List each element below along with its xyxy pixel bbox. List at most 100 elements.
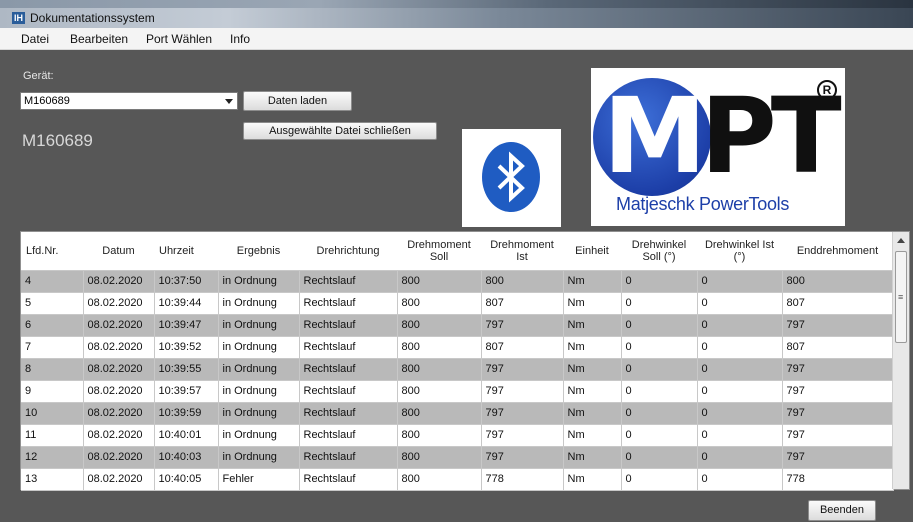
company-logo: MPT R Matjeschk PowerTools <box>591 68 845 226</box>
table-cell: in Ordnung <box>218 270 300 293</box>
table-cell: Rechtslauf <box>299 270 398 293</box>
table-cell: 08.02.2020 <box>83 270 155 293</box>
menu-bearbeiten[interactable]: Bearbeiten <box>70 32 128 46</box>
table-cell: Nm <box>563 314 622 337</box>
table-cell: 10:39:57 <box>154 380 219 403</box>
table-cell: 6 <box>21 314 84 337</box>
table-cell: 800 <box>397 380 482 403</box>
table-row[interactable]: 6 08.02.2020 10:39:47 in Ordnung Rechtslauf 8… <box>21 314 894 337</box>
device-select[interactable]: M160689 <box>20 92 238 110</box>
table-cell: Nm <box>563 424 622 447</box>
col-header[interactable]: Drehrichtung <box>299 232 397 271</box>
table-row[interactable]: 8 08.02.2020 10:39:55 in Ordnung Rechtslauf 8… <box>21 358 894 381</box>
chevron-down-icon[interactable] <box>225 99 233 104</box>
table-cell: in Ordnung <box>218 358 300 381</box>
col-header[interactable]: Drehwinkel Ist (°) <box>697 232 782 271</box>
col-header[interactable]: Ergebnis <box>218 232 299 271</box>
col-header[interactable]: Enddrehmoment <box>782 232 893 271</box>
table-cell: 800 <box>397 446 482 469</box>
table-cell: in Ordnung <box>218 446 300 469</box>
menu-info[interactable]: Info <box>230 32 250 46</box>
table-cell: 10:39:44 <box>154 292 219 315</box>
table-row[interactable]: 5 08.02.2020 10:39:44 in Ordnung Rechtslauf 8… <box>21 292 894 315</box>
col-header[interactable]: Einheit <box>563 232 621 271</box>
quit-button[interactable]: Beenden <box>808 500 876 521</box>
col-header[interactable]: Drehmoment Soll <box>397 232 481 271</box>
table-cell: 0 <box>621 292 698 315</box>
table-cell: 0 <box>697 292 783 315</box>
table-cell: Nm <box>563 380 622 403</box>
col-header[interactable]: Uhrzeit <box>154 232 218 271</box>
close-file-button[interactable]: Ausgewählte Datei schließen <box>243 122 437 140</box>
table-cell: 0 <box>621 468 698 491</box>
table-row[interactable]: 13 08.02.2020 10:40:05 Fehler Rechtslauf 800 7… <box>21 468 894 491</box>
table-cell: 08.02.2020 <box>83 380 155 403</box>
menu-datei[interactable]: Datei <box>21 32 49 46</box>
table-cell: Rechtslauf <box>299 358 398 381</box>
table-cell: 797 <box>782 380 894 403</box>
vertical-scrollbar[interactable]: ≡ <box>892 232 909 489</box>
table-cell: 0 <box>697 424 783 447</box>
results-table[interactable]: Lfd.Nr. Datum Uhrzeit Ergebnis Drehricht… <box>20 231 910 491</box>
table-cell: 800 <box>397 314 482 337</box>
table-cell: 0 <box>697 468 783 491</box>
table-cell: Fehler <box>218 468 300 491</box>
menu-port-waehlen[interactable]: Port Wählen <box>146 32 212 46</box>
table-cell: 797 <box>481 402 564 425</box>
table-cell: 797 <box>481 380 564 403</box>
table-row[interactable]: 12 08.02.2020 10:40:03 in Ordnung Rechtslauf… <box>21 446 894 469</box>
table-cell: Rechtslauf <box>299 314 398 337</box>
table-cell: Nm <box>563 402 622 425</box>
table-cell: 800 <box>397 468 482 491</box>
table-cell: 800 <box>397 336 482 359</box>
table-cell: 778 <box>782 468 894 491</box>
menu-bar: Datei Bearbeiten Port Wählen Info <box>0 28 913 50</box>
table-cell: Rechtslauf <box>299 292 398 315</box>
table-cell: 10:39:47 <box>154 314 219 337</box>
table-row[interactable]: 7 08.02.2020 10:39:52 in Ordnung Rechtslauf 8… <box>21 336 894 359</box>
table-cell: 800 <box>397 270 482 293</box>
selected-device-display: M160689 <box>22 131 93 150</box>
scroll-thumb[interactable]: ≡ <box>895 251 907 343</box>
table-cell: 0 <box>621 380 698 403</box>
col-header[interactable]: Drehwinkel Soll (°) <box>621 232 697 271</box>
col-header[interactable]: Lfd.Nr. <box>21 232 83 271</box>
table-cell: Rechtslauf <box>299 402 398 425</box>
table-header: Lfd.Nr. Datum Uhrzeit Ergebnis Drehricht… <box>21 232 893 271</box>
table-cell: 0 <box>697 380 783 403</box>
table-cell: 10:39:52 <box>154 336 219 359</box>
table-row[interactable]: 4 08.02.2020 10:37:50 in Ordnung Rechtslauf 8… <box>21 270 894 293</box>
table-cell: 10:40:03 <box>154 446 219 469</box>
table-cell: Nm <box>563 270 622 293</box>
col-header[interactable]: Drehmoment Ist <box>481 232 563 271</box>
table-cell: 797 <box>481 446 564 469</box>
table-cell: Nm <box>563 446 622 469</box>
table-cell: 08.02.2020 <box>83 292 155 315</box>
window-title: Dokumentationssystem <box>30 11 155 25</box>
table-cell: Rechtslauf <box>299 424 398 447</box>
table-cell: Nm <box>563 468 622 491</box>
col-header[interactable]: Datum <box>83 232 154 271</box>
registered-icon: R <box>817 80 837 100</box>
table-cell: 08.02.2020 <box>83 446 155 469</box>
table-cell: 11 <box>21 424 84 447</box>
load-data-button[interactable]: Daten laden <box>243 91 352 111</box>
table-cell: 08.02.2020 <box>83 468 155 491</box>
table-row[interactable]: 11 08.02.2020 10:40:01 in Ordnung Rechtslauf… <box>21 424 894 447</box>
table-cell: 12 <box>21 446 84 469</box>
table-cell: Nm <box>563 358 622 381</box>
table-cell: 797 <box>782 424 894 447</box>
table-cell: 800 <box>397 358 482 381</box>
bluetooth-panel <box>462 129 561 227</box>
table-row[interactable]: 9 08.02.2020 10:39:57 in Ordnung Rechtslauf 8… <box>21 380 894 403</box>
table-cell: 08.02.2020 <box>83 314 155 337</box>
table-cell: 08.02.2020 <box>83 358 155 381</box>
scroll-up-icon[interactable] <box>897 238 905 243</box>
table-row[interactable]: 10 08.02.2020 10:39:59 in Ordnung Rechtslauf… <box>21 402 894 425</box>
table-cell: 0 <box>697 314 783 337</box>
app-icon: IH <box>12 12 25 24</box>
table-cell: in Ordnung <box>218 402 300 425</box>
table-cell: 10:39:55 <box>154 358 219 381</box>
table-cell: 0 <box>621 424 698 447</box>
table-cell: 800 <box>481 270 564 293</box>
